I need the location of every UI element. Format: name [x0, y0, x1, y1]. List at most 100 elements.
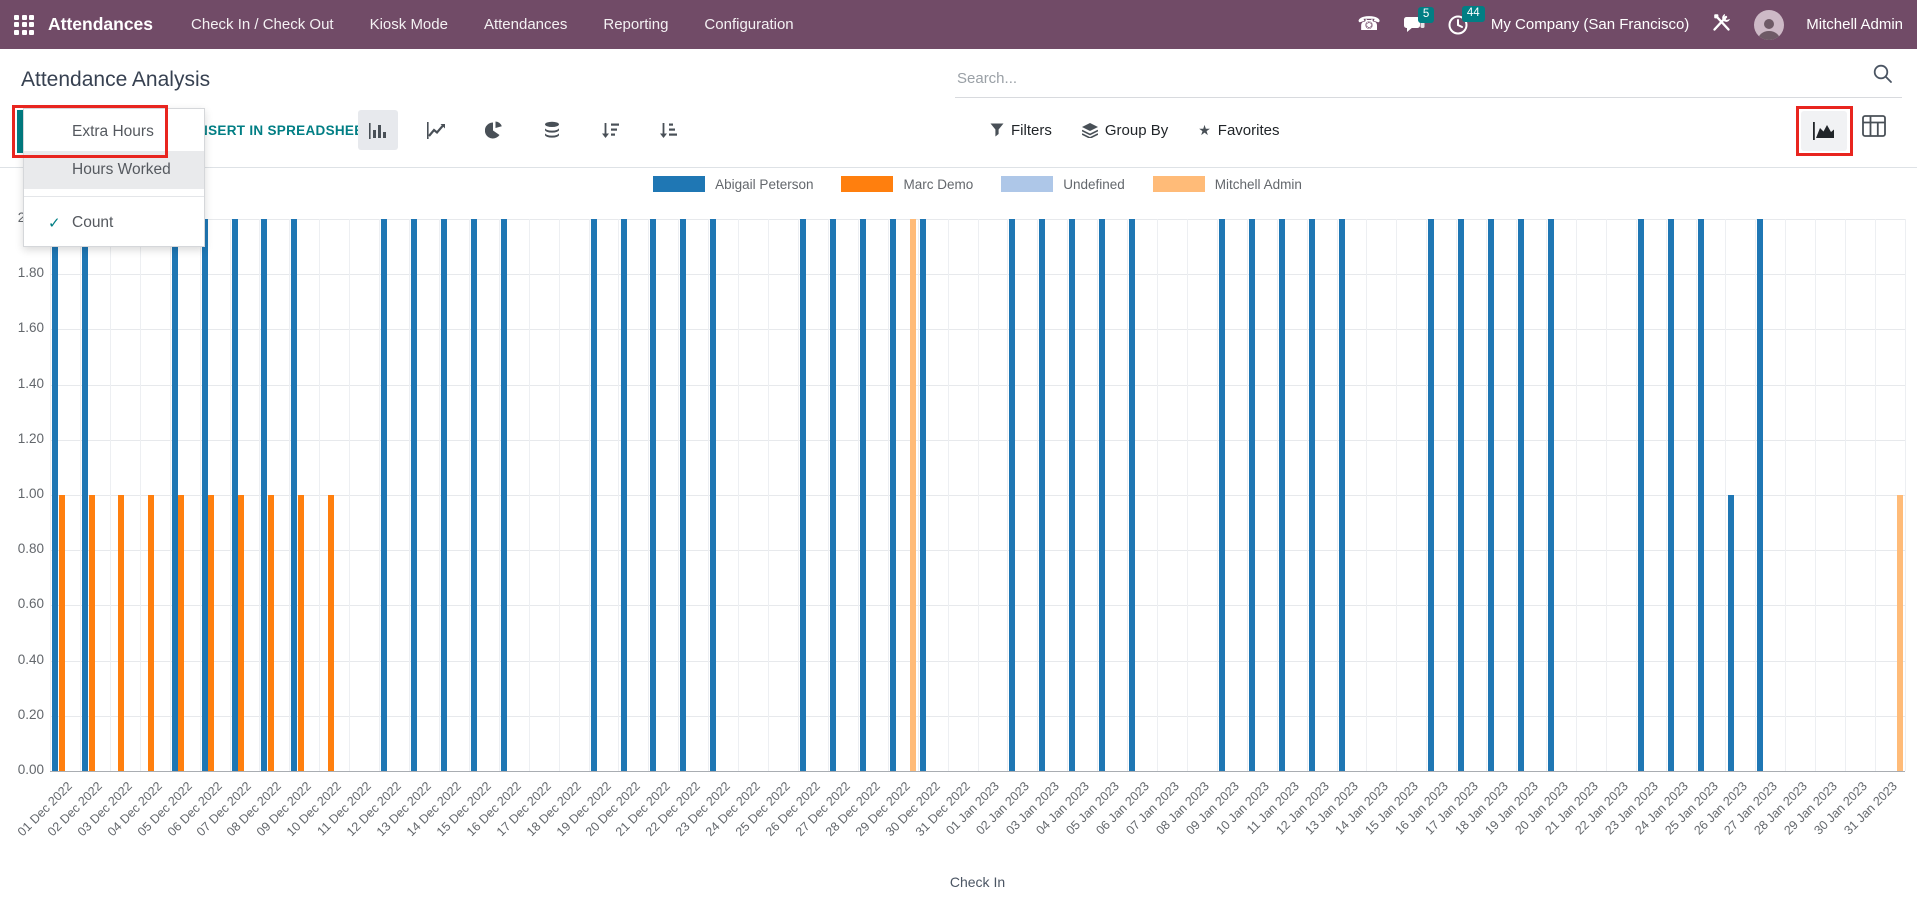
- bar[interactable]: [1757, 219, 1764, 771]
- bar[interactable]: [800, 219, 807, 771]
- bar[interactable]: [919, 219, 926, 771]
- bar[interactable]: [327, 495, 334, 771]
- gridline-vertical: [618, 219, 620, 771]
- gridline-vertical: [1516, 219, 1518, 771]
- bar[interactable]: [1458, 219, 1465, 771]
- gridline-vertical: [1306, 219, 1308, 771]
- legend-swatch: [653, 176, 706, 192]
- legend-item[interactable]: Mitchell Admin: [1152, 176, 1302, 192]
- gridline-vertical: [1545, 219, 1547, 771]
- gridline-vertical: [1486, 219, 1488, 771]
- bar[interactable]: [1129, 219, 1136, 771]
- gridline-vertical: [797, 219, 799, 771]
- gridline-vertical: [1605, 219, 1607, 771]
- measure-option-extra-hours[interactable]: Extra Hours: [24, 113, 204, 151]
- bar[interactable]: [620, 219, 627, 771]
- bar[interactable]: [238, 495, 245, 771]
- legend-label: Marc Demo: [903, 176, 974, 192]
- bar[interactable]: [201, 219, 208, 771]
- gridline-vertical: [827, 219, 829, 771]
- bar[interactable]: [261, 219, 268, 771]
- gridline-vertical: [977, 219, 979, 771]
- gridline-vertical: [1216, 219, 1218, 771]
- bar[interactable]: [268, 495, 275, 771]
- bar[interactable]: [171, 219, 178, 771]
- gridline-vertical: [947, 219, 949, 771]
- bar[interactable]: [441, 219, 447, 771]
- bar[interactable]: [298, 495, 304, 771]
- bar[interactable]: [1667, 219, 1674, 771]
- bar[interactable]: [81, 219, 88, 771]
- bar[interactable]: [1338, 219, 1345, 771]
- bar[interactable]: [411, 219, 418, 771]
- gridline-vertical: [708, 219, 710, 771]
- check-icon: ✓: [48, 215, 61, 232]
- gridline-vertical: [768, 219, 770, 771]
- gridline-vertical: [50, 219, 51, 771]
- bar[interactable]: [208, 495, 215, 771]
- gridline-vertical: [1396, 219, 1398, 771]
- bar[interactable]: [650, 219, 657, 771]
- gridline-vertical: [79, 219, 81, 771]
- bar[interactable]: [1069, 219, 1076, 771]
- gridline-vertical: [1336, 219, 1338, 771]
- measure-option-count[interactable]: ✓ Count: [24, 204, 204, 242]
- gridline-vertical: [857, 219, 859, 771]
- legend-swatch: [1001, 176, 1054, 192]
- bar[interactable]: [909, 219, 916, 771]
- bar[interactable]: [1009, 219, 1016, 771]
- y-axis-label: 0.80: [17, 541, 44, 557]
- gridline-vertical: [678, 219, 680, 771]
- bar[interactable]: [1488, 219, 1495, 771]
- bar[interactable]: [889, 219, 896, 771]
- gridline-vertical: [229, 219, 231, 771]
- y-axis-label: 1.60: [17, 320, 44, 336]
- bar[interactable]: [118, 495, 125, 771]
- bar[interactable]: [680, 219, 687, 771]
- bar[interactable]: [1727, 495, 1734, 771]
- measure-option-hours-worked[interactable]: Hours Worked: [24, 151, 204, 189]
- bar[interactable]: [1518, 219, 1525, 771]
- bar[interactable]: [859, 219, 866, 771]
- gridline-vertical: [1575, 219, 1577, 771]
- chart-canvas: 0.00 0.20 0.40 0.60 0.80 1.00 1.20 1.40 1.60 1.80…: [0, 0, 1917, 905]
- bar[interactable]: [58, 495, 65, 771]
- bar[interactable]: [178, 495, 185, 771]
- y-axis-label: 1.00: [17, 486, 44, 501]
- bar[interactable]: [1248, 219, 1255, 771]
- bar[interactable]: [231, 219, 238, 771]
- bar[interactable]: [500, 219, 507, 771]
- legend-item[interactable]: Marc Demo: [841, 176, 973, 192]
- bar[interactable]: [829, 219, 836, 771]
- gridline-vertical: [1725, 219, 1727, 771]
- gridline-vertical: [1905, 219, 1906, 771]
- gridline-vertical: [169, 219, 171, 771]
- bar[interactable]: [88, 495, 95, 771]
- y-axis-label: 0.40: [17, 651, 44, 667]
- bar[interactable]: [291, 219, 298, 771]
- bar[interactable]: [1896, 495, 1903, 771]
- bar[interactable]: [710, 219, 717, 771]
- gridline-vertical: [1875, 219, 1877, 771]
- bar[interactable]: [590, 219, 597, 771]
- bar[interactable]: [1039, 219, 1046, 771]
- y-axis-label: 1.40: [17, 375, 44, 391]
- bar[interactable]: [148, 495, 155, 771]
- bar[interactable]: [1218, 219, 1225, 771]
- legend-item[interactable]: Undefined: [1001, 176, 1125, 192]
- bar[interactable]: [1428, 219, 1435, 771]
- gridline-vertical: [1695, 219, 1697, 771]
- gridline-vertical: [1007, 219, 1009, 771]
- gridline-vertical: [1246, 219, 1248, 771]
- bar[interactable]: [1099, 219, 1106, 771]
- legend-label: Mitchell Admin: [1214, 176, 1302, 192]
- bar[interactable]: [1697, 219, 1704, 771]
- bar[interactable]: [381, 219, 388, 771]
- bar[interactable]: [1308, 219, 1315, 771]
- bar[interactable]: [1637, 219, 1644, 771]
- bar[interactable]: [1548, 219, 1555, 771]
- bar[interactable]: [470, 219, 477, 771]
- bar[interactable]: [1278, 219, 1285, 771]
- bar[interactable]: [52, 219, 59, 771]
- legend-item[interactable]: Abigail Peterson: [653, 176, 813, 192]
